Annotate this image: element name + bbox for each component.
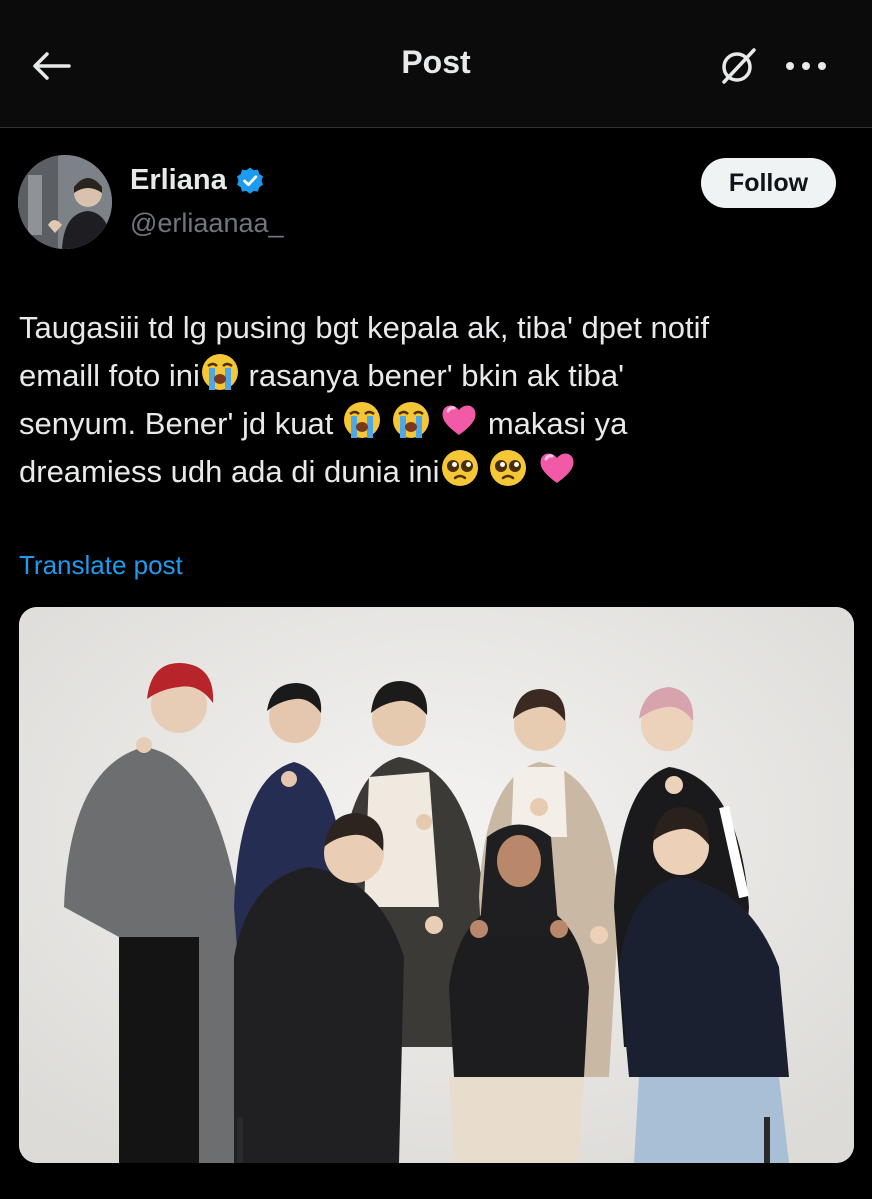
pink-heart-emoji-icon <box>442 405 476 435</box>
post-text-span: emaill foto ini <box>19 358 200 393</box>
pink-heart-emoji-icon <box>540 453 574 483</box>
post-line-1: Taugasiii td lg pusing bgt kepala ak, ti… <box>19 304 849 352</box>
avatar-image <box>18 155 112 249</box>
loudly-crying-emoji-icon <box>201 354 238 390</box>
post-text-span: Taugasiii td lg pusing bgt kepala ak, ti… <box>19 310 710 345</box>
author-name[interactable]: Erliana <box>130 164 227 197</box>
author-name-row: Erliana <box>130 164 265 197</box>
pleading-face-emoji-icon <box>490 450 527 486</box>
post-text-span: dreamiess udh ada di dunia ini <box>19 454 440 489</box>
grok-button[interactable] <box>710 38 766 94</box>
loudly-crying-emoji-icon <box>343 402 380 438</box>
post-line-2: emaill foto ini rasanya bener' bkin ak t… <box>19 352 849 400</box>
follow-button[interactable]: Follow <box>701 158 836 208</box>
pleading-face-emoji-icon <box>441 450 478 486</box>
post-text-span: rasanya bener' bkin ak tiba' <box>239 358 624 393</box>
grok-icon <box>722 48 756 84</box>
post-image[interactable] <box>19 607 854 1163</box>
post-text-span: makasi ya <box>479 406 628 441</box>
verified-badge-icon <box>236 167 263 194</box>
post-line-4: dreamiess udh ada di dunia ini <box>19 448 849 496</box>
more-dots-icon <box>786 62 826 70</box>
post-line-3: senyum. Bener' jd kuat makasi ya <box>19 400 849 448</box>
avatar[interactable] <box>18 155 112 249</box>
post-text: Taugasiii td lg pusing bgt kepala ak, ti… <box>19 304 849 496</box>
group-photo-image <box>19 607 854 1163</box>
author-handle[interactable]: @erliaanaa_ <box>130 208 284 239</box>
top-bar: Post <box>0 0 872 128</box>
post-text-span: senyum. Bener' jd kuat <box>19 406 342 441</box>
translate-post-link[interactable]: Translate post <box>19 550 183 581</box>
loudly-crying-emoji-icon <box>392 402 429 438</box>
more-options-button[interactable] <box>778 38 834 94</box>
